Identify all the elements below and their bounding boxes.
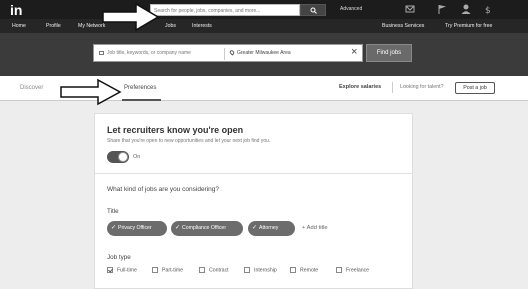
checkbox-label: Freelance xyxy=(346,267,370,274)
chip-label: Compliance Officer xyxy=(182,225,227,231)
job-type-label: Job type xyxy=(107,254,131,261)
nav-bar: Home Profile My Network Jobs Interests B… xyxy=(0,19,528,33)
checkbox[interactable] xyxy=(336,267,342,273)
tab-discover[interactable]: Discover xyxy=(20,85,43,91)
annotation-arrow-jobs-icon xyxy=(102,2,160,32)
svg-text:$: $ xyxy=(485,6,491,16)
job-type-part-time[interactable]: Part-time xyxy=(152,267,183,273)
post-a-job-button[interactable]: Post a job xyxy=(455,82,495,94)
active-tab-indicator xyxy=(122,99,161,101)
briefcase-icon xyxy=(99,50,104,55)
nav-try-premium[interactable]: Try Premium for free xyxy=(445,23,492,29)
search-icon xyxy=(310,7,317,14)
open-to-opportunities-toggle[interactable] xyxy=(107,151,129,163)
checkbox[interactable] xyxy=(290,267,296,273)
jobs-question: What kind of jobs are you considering? xyxy=(107,186,220,193)
card-title: Let recruiters know you're open xyxy=(107,125,244,135)
location-pin-icon xyxy=(228,49,236,56)
card-divider xyxy=(95,173,412,174)
nav-home[interactable]: Home xyxy=(12,23,26,29)
card-subtitle: Share that you're open to new opportunit… xyxy=(107,138,271,144)
checkbox[interactable] xyxy=(244,267,250,273)
toggle-knob xyxy=(118,152,128,162)
clear-location-icon[interactable]: × xyxy=(351,47,357,58)
preferences-card: Let recruiters know you're open Share th… xyxy=(94,113,413,289)
job-type-contract[interactable]: Contract xyxy=(199,267,229,273)
tabs-divider xyxy=(392,82,393,93)
checkbox[interactable] xyxy=(199,267,205,273)
title-label: Title xyxy=(107,208,119,215)
job-search-hero: Job title, keywords, or company name Gre… xyxy=(0,33,528,76)
job-type-internship[interactable]: Internship xyxy=(244,267,277,273)
check-icon: ✓ xyxy=(252,225,258,231)
title-chip-privacy-officer[interactable]: ✓ Privacy Officer xyxy=(107,221,167,236)
location-input[interactable]: Greater Milwaukee Area xyxy=(228,49,291,56)
checkbox-label: Contract xyxy=(209,267,229,274)
toggle-state-label: On xyxy=(133,154,141,160)
checkbox-label: Remote xyxy=(300,267,319,274)
check-icon: ✓ xyxy=(111,225,117,231)
linkedin-logo[interactable]: in xyxy=(10,2,22,18)
account-icon[interactable]: $ xyxy=(482,3,494,16)
chip-label: Attorney xyxy=(259,225,279,231)
job-type-remote[interactable]: Remote xyxy=(290,267,318,273)
nav-interests[interactable]: Interests xyxy=(192,23,212,29)
explore-salaries-link[interactable]: Explore salaries xyxy=(339,84,381,90)
top-bar: in Search for people, jobs, companies, a… xyxy=(0,0,528,19)
checkbox[interactable] xyxy=(152,267,158,273)
add-title-button[interactable]: + Add title xyxy=(302,225,328,231)
messages-icon[interactable] xyxy=(404,3,416,16)
profile-icon[interactable] xyxy=(460,3,472,16)
location-value: Greater Milwaukee Area xyxy=(237,50,291,56)
find-jobs-button[interactable]: Find jobs xyxy=(366,44,412,62)
notifications-flag-icon[interactable] xyxy=(436,3,448,16)
job-search-bar: Job title, keywords, or company name Gre… xyxy=(93,44,363,62)
checkbox[interactable] xyxy=(107,267,113,273)
search-button[interactable] xyxy=(300,4,326,16)
nav-jobs[interactable]: Jobs xyxy=(165,23,176,29)
title-chip-attorney[interactable]: ✓ Attorney xyxy=(248,221,295,236)
checkbox-label: Part-time xyxy=(162,267,184,274)
checkbox-label: Internship xyxy=(254,267,277,274)
search-divider xyxy=(224,48,225,60)
tab-preferences[interactable]: Preferences xyxy=(124,85,156,91)
nav-business-services[interactable]: Business Services xyxy=(382,23,424,29)
check-icon: ✓ xyxy=(175,225,181,231)
job-type-full-time[interactable]: Full-time xyxy=(107,267,137,273)
job-type-freelance[interactable]: Freelance xyxy=(336,267,369,273)
chip-label: Privacy Officer xyxy=(118,225,152,231)
advanced-search-link[interactable]: Advanced xyxy=(340,6,362,12)
global-search-input[interactable]: Search for people, jobs, companies, and … xyxy=(150,4,300,16)
keyword-placeholder: Job title, keywords, or company name xyxy=(107,50,191,56)
looking-for-talent-text: Looking for talent? xyxy=(400,84,444,90)
nav-profile[interactable]: Profile xyxy=(46,23,61,29)
annotation-arrow-preferences-icon xyxy=(60,78,122,106)
keyword-input[interactable]: Job title, keywords, or company name xyxy=(99,50,191,56)
checkbox-label: Full-time xyxy=(117,267,137,274)
title-chip-compliance-officer[interactable]: ✓ Compliance Officer xyxy=(171,221,243,236)
